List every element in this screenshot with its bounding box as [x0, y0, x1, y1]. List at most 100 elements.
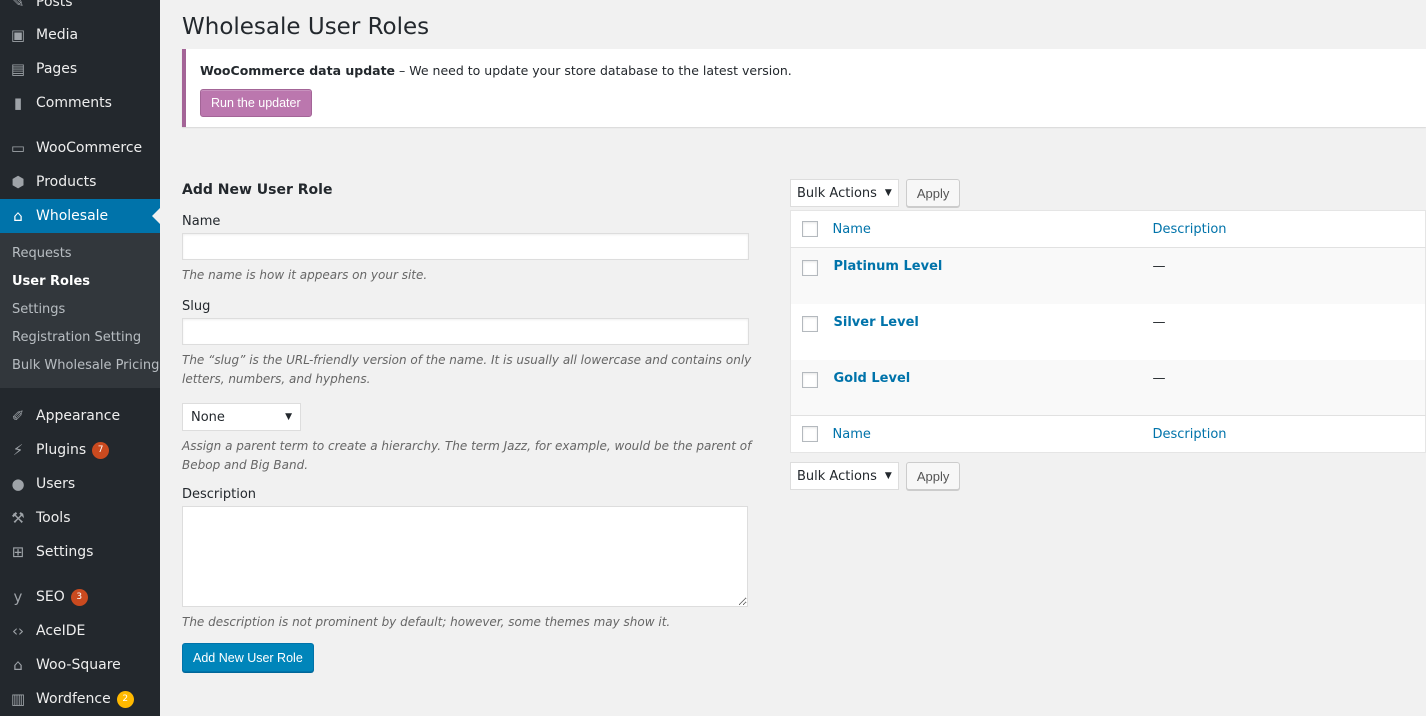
sidebar-item-appearance[interactable]: ✐ Appearance	[0, 399, 160, 433]
sidebar-item-label: WooCommerce	[36, 140, 143, 156]
sidebar-item-wordfence[interactable]: ▥ Wordfence 2	[0, 682, 160, 716]
count-badge: 7	[92, 441, 110, 459]
role-name-link[interactable]: Platinum Level	[833, 259, 943, 274]
sidebar-item-comments[interactable]: ▮ Comments	[0, 86, 160, 120]
apply-button[interactable]: Apply	[905, 462, 961, 490]
role-description: —	[1152, 259, 1166, 274]
count-badge: 2	[116, 690, 134, 708]
dropdown-arrow-icon: ▼	[884, 188, 892, 198]
form-heading: Add New User Role	[182, 182, 333, 198]
submenu-user-roles[interactable]: User Roles	[0, 268, 160, 296]
yoast-icon: y	[13, 588, 23, 606]
sidebar-item-label: Products	[36, 174, 97, 190]
tablenav-top: Bulk Actions ▼ Apply	[790, 179, 1426, 207]
count-badge: 3	[70, 588, 88, 606]
bulk-actions-select[interactable]: Bulk Actions ▼	[790, 462, 899, 490]
notice-title: WooCommerce data update	[200, 63, 396, 78]
name-hint: The name is how it appears on your site.	[182, 268, 428, 282]
role-description: —	[1152, 314, 1166, 330]
sidebar-item-woocommerce[interactable]: ▭ WooCommerce	[0, 131, 160, 165]
column-name-footer[interactable]: Name	[833, 416, 1153, 453]
sidebar-item-media[interactable]: ▣ Media	[0, 18, 160, 52]
sidebar-item-plugins[interactable]: ⚡ Plugins 7	[0, 433, 160, 467]
user-icon: ●	[11, 475, 25, 493]
sidebar-item-wholesale[interactable]: ⌂ Wholesale	[0, 199, 160, 233]
submenu-bulk-wholesale-pricing[interactable]: Bulk Wholesale Pricing	[0, 352, 160, 380]
plug-icon: ⚡	[12, 441, 24, 459]
select-all-checkbox[interactable]	[802, 426, 818, 442]
admin-sidebar: Requests User Roles Settings Registratio…	[0, 0, 160, 716]
sidebar-item-label: Comments	[36, 95, 112, 111]
sidebar-item-label: Tools	[36, 510, 71, 526]
sidebar-item-pages[interactable]: ▤ Pages	[0, 52, 160, 86]
box-icon: ⬢	[11, 173, 25, 191]
description-hint: The description is not prominent by defa…	[182, 615, 671, 629]
submenu-requests[interactable]: Requests	[0, 240, 160, 268]
sidebar-item-products[interactable]: ⬢ Products	[0, 165, 160, 199]
sidebar-item-seo[interactable]: y SEO 3	[0, 580, 160, 614]
sidebar-item-label: Media	[36, 27, 79, 43]
run-updater-button[interactable]: Run the updater	[200, 89, 312, 117]
description-label: Description	[182, 487, 257, 502]
page-title: Wholesale User Roles	[182, 14, 430, 40]
sidebar-item-label: SEO	[36, 589, 65, 605]
select-all-checkbox[interactable]	[802, 221, 818, 237]
name-input[interactable]	[182, 233, 749, 260]
roles-table: Name Description Platinum Level — Silver L…	[790, 210, 1426, 453]
slug-label: Slug	[182, 299, 211, 314]
parent-select[interactable]: None ▼	[182, 403, 301, 431]
role-description: —	[1152, 370, 1166, 386]
row-checkbox[interactable]	[802, 371, 818, 388]
wholesale-submenu: Requests User Roles Settings Registratio…	[0, 233, 160, 388]
tablenav-bottom: Bulk Actions ▼ Apply	[790, 462, 1426, 490]
table-row: Silver Level —	[791, 304, 1426, 360]
store-icon: ⌂	[13, 656, 23, 674]
woo-icon: ▭	[10, 139, 26, 157]
role-name-link[interactable]: Silver Level	[833, 315, 919, 330]
sidebar-item-aceide[interactable]: ‹› AceIDE	[0, 614, 160, 648]
table-row: Platinum Level —	[790, 247, 1426, 304]
add-role-form: Add New User Role Name The name is how i…	[182, 182, 772, 672]
sidebar-item-label: Posts	[36, 0, 73, 10]
sidebar-item-label: Wordfence	[36, 691, 111, 707]
sidebar-item-label: Plugins	[36, 442, 87, 458]
store-icon: ⌂	[13, 207, 23, 225]
sidebar-item-woo-square[interactable]: ⌂ Woo-Square	[0, 648, 160, 682]
column-description-footer[interactable]: Description	[1153, 416, 1426, 453]
dropdown-arrow-icon: ▼	[285, 412, 292, 422]
row-checkbox[interactable]	[802, 315, 818, 332]
apply-button[interactable]: Apply	[905, 179, 961, 207]
add-new-user-role-button[interactable]: Add New User Role	[182, 643, 314, 672]
sliders-icon: ⊞	[11, 543, 25, 561]
sidebar-item-label: Users	[36, 476, 76, 492]
column-description-header[interactable]: Description	[1153, 211, 1426, 248]
sidebar-item-posts[interactable]: ✎ Posts	[0, 0, 160, 19]
comment-icon: ▮	[13, 94, 23, 112]
sidebar-item-users[interactable]: ● Users	[0, 467, 160, 501]
sidebar-item-tools[interactable]: ⚒ Tools	[0, 501, 160, 535]
name-label: Name	[182, 214, 221, 229]
pin-icon: ✎	[11, 0, 25, 11]
roles-table-area: Bulk Actions ▼ Apply Name Description Pla…	[790, 179, 1426, 490]
slug-input[interactable]	[182, 318, 749, 345]
row-checkbox[interactable]	[802, 260, 818, 276]
sidebar-item-label: Appearance	[36, 408, 121, 424]
column-name-header[interactable]: Name	[833, 211, 1153, 248]
sidebar-item-settings[interactable]: ⊞ Settings	[0, 535, 160, 569]
submenu-settings[interactable]: Settings	[0, 296, 160, 324]
bulk-actions-select[interactable]: Bulk Actions ▼	[790, 179, 899, 207]
update-notice: WooCommerce data update – We need to upd…	[182, 49, 1426, 127]
description-textarea[interactable]	[182, 506, 748, 607]
role-name-link[interactable]: Gold Level	[833, 371, 911, 386]
dropdown-arrow-icon: ▼	[884, 471, 892, 481]
slug-hint: The “slug” is the URL-friendly version o…	[182, 353, 752, 386]
sidebar-item-label: Settings	[36, 544, 94, 560]
sidebar-item-label: Pages	[36, 61, 78, 77]
sidebar-item-label: AceIDE	[36, 623, 86, 639]
sidebar-item-label: Wholesale	[36, 208, 109, 224]
code-icon: ‹›	[12, 622, 24, 640]
notice-text: – We need to update your store database …	[395, 63, 792, 78]
submenu-registration-setting[interactable]: Registration Setting	[0, 324, 160, 352]
wordfence-icon: ▥	[10, 690, 26, 708]
pages-icon: ▤	[10, 60, 26, 78]
